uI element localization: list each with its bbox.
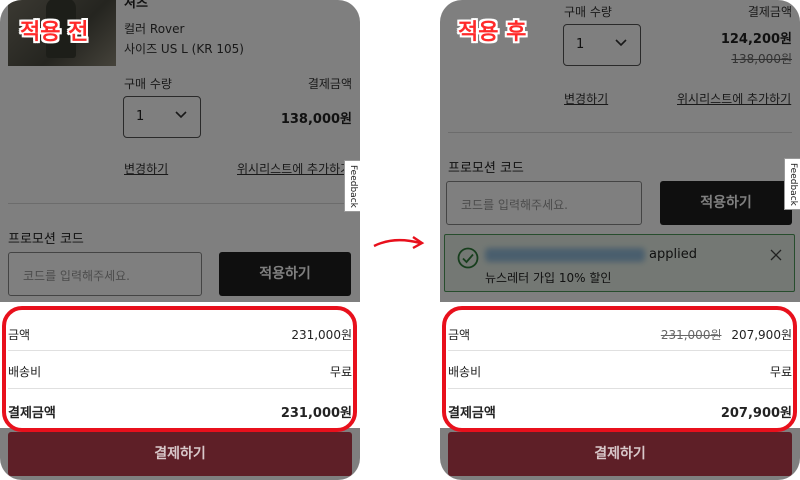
- wishlist-link[interactable]: 위시리스트에 추가하기: [677, 90, 791, 107]
- feedback-label: Feedback: [348, 165, 358, 208]
- quantity-select[interactable]: 1: [123, 96, 201, 138]
- quantity-value: 1: [576, 37, 585, 52]
- feedback-tab[interactable]: Feedback: [344, 160, 360, 212]
- promo-label: 프로모션 코드: [448, 161, 524, 176]
- product-color: 컬러 Rover: [124, 22, 185, 36]
- feedback-tab[interactable]: Feedback: [784, 158, 800, 210]
- close-icon[interactable]: [770, 249, 782, 261]
- amount-value: 231,000원: [291, 328, 352, 342]
- shipping-value: 무료: [329, 365, 352, 379]
- promo-label: 프로모션 코드: [8, 232, 84, 247]
- checkout-button[interactable]: 결제하기: [448, 432, 792, 476]
- pay-amount-label: 결제금액: [307, 77, 352, 91]
- amount-label: 금액: [8, 328, 31, 342]
- total-label: 결제금액: [8, 406, 56, 421]
- shipping-label: 배송비: [448, 365, 482, 379]
- shipping-label: 배송비: [8, 365, 42, 379]
- promo-code-input[interactable]: 코드를 입력해주세요.: [8, 252, 202, 296]
- chevron-down-icon: [175, 111, 187, 119]
- feedback-label: Feedback: [788, 163, 798, 206]
- check-circle-icon: [457, 247, 479, 269]
- phone-before: 셔츠 컬러 Rover 사이즈 US L (KR 105) 구매 수량 결제금액…: [0, 0, 360, 480]
- applied-label: applied: [649, 247, 697, 262]
- total-value: 231,000원: [280, 406, 352, 421]
- amount-value-group: 231,000원 207,900원: [661, 326, 792, 343]
- quantity-select[interactable]: 1: [563, 24, 641, 66]
- redacted-code: [485, 248, 645, 262]
- product-size: 사이즈 US L (KR 105): [124, 42, 244, 56]
- divider: [448, 132, 792, 133]
- phone-after: 구매 수량 결제금액 1 124,200원 138,000원 변경하기 위시리스…: [440, 0, 800, 480]
- divider: [8, 203, 352, 204]
- amount-label: 금액: [448, 328, 471, 342]
- arrow-icon: [373, 236, 425, 250]
- total-label: 결제금액: [448, 406, 496, 421]
- checkout-button[interactable]: 결제하기: [8, 432, 352, 476]
- order-summary: 금액 231,000원 배송비 무료 결제금액 231,000원: [0, 302, 360, 428]
- amount-original: 231,000원: [660, 328, 722, 342]
- pay-amount-original: 138,000원: [731, 52, 792, 66]
- order-summary: 금액 231,000원 207,900원 배송비 무료 결제금액 207,900…: [440, 302, 800, 428]
- pay-amount: 124,200원: [720, 32, 792, 47]
- change-link[interactable]: 변경하기: [124, 160, 168, 177]
- product-title: 셔츠: [124, 0, 148, 11]
- change-link[interactable]: 변경하기: [564, 90, 608, 107]
- quantity-value: 1: [136, 109, 145, 124]
- chevron-down-icon: [615, 39, 627, 47]
- pay-amount-label: 결제금액: [747, 5, 792, 19]
- before-tag: 적용 전: [20, 20, 89, 45]
- after-tag: 적용 후: [458, 20, 527, 45]
- wishlist-link[interactable]: 위시리스트에 추가하기: [237, 160, 351, 177]
- shipping-value: 무료: [769, 365, 792, 379]
- amount-value: 207,900원: [731, 328, 792, 342]
- total-value: 207,900원: [720, 406, 792, 421]
- promo-applied-notice: applied 뉴스레터 가입 10% 할인: [444, 234, 795, 292]
- qty-label: 구매 수량: [124, 77, 172, 91]
- pay-amount: 138,000원: [280, 112, 352, 127]
- apply-button[interactable]: 적용하기: [660, 181, 792, 225]
- apply-button[interactable]: 적용하기: [219, 252, 351, 296]
- promo-code-input[interactable]: 코드를 입력해주세요.: [446, 181, 642, 225]
- applied-description: 뉴스레터 가입 10% 할인: [485, 271, 612, 285]
- qty-label: 구매 수량: [564, 5, 612, 19]
